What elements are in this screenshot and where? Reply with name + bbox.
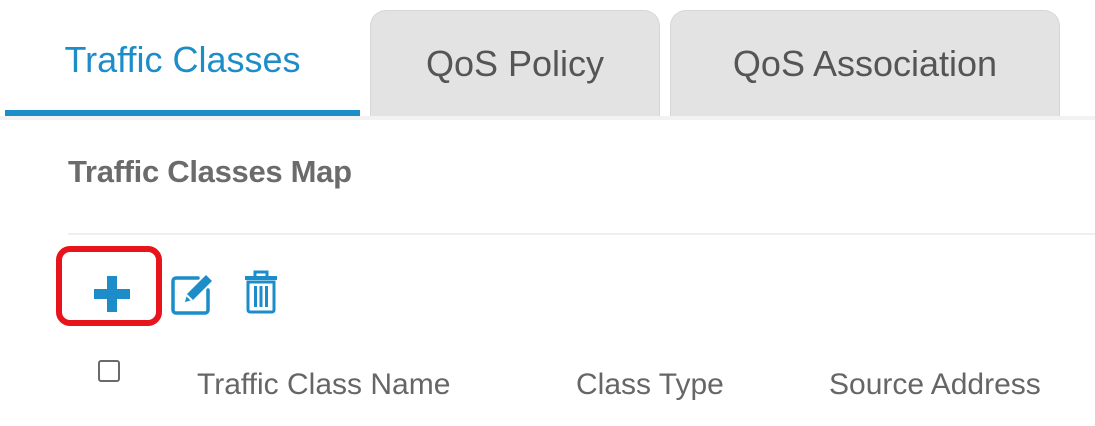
trash-icon — [245, 270, 277, 314]
add-button[interactable] — [92, 274, 132, 314]
select-all-checkbox[interactable] — [98, 360, 120, 382]
tab-qos-association[interactable]: QoS Association — [670, 10, 1060, 116]
section-title: Traffic Classes Map — [68, 154, 352, 189]
column-header-source-address[interactable]: Source Address — [829, 368, 1041, 402]
column-header-traffic-class-name[interactable]: Traffic Class Name — [197, 368, 450, 402]
tab-bar: Traffic Classes QoS Policy QoS Associati… — [0, 0, 1095, 120]
edit-button[interactable] — [168, 270, 216, 318]
tab-qos-policy[interactable]: QoS Policy — [370, 10, 660, 116]
tab-traffic-classes[interactable]: Traffic Classes — [5, 10, 360, 116]
edit-icon — [171, 275, 212, 315]
tab-label: QoS Policy — [425, 42, 605, 84]
divider — [68, 233, 1095, 235]
delete-button[interactable] — [244, 270, 278, 314]
plus-icon — [94, 276, 130, 312]
tab-label: QoS Association — [732, 42, 998, 84]
page: Traffic Classes QoS Policy QoS Associati… — [0, 0, 1095, 426]
tab-label: Traffic Classes — [64, 39, 301, 80]
column-header-class-type[interactable]: Class Type — [576, 368, 724, 402]
